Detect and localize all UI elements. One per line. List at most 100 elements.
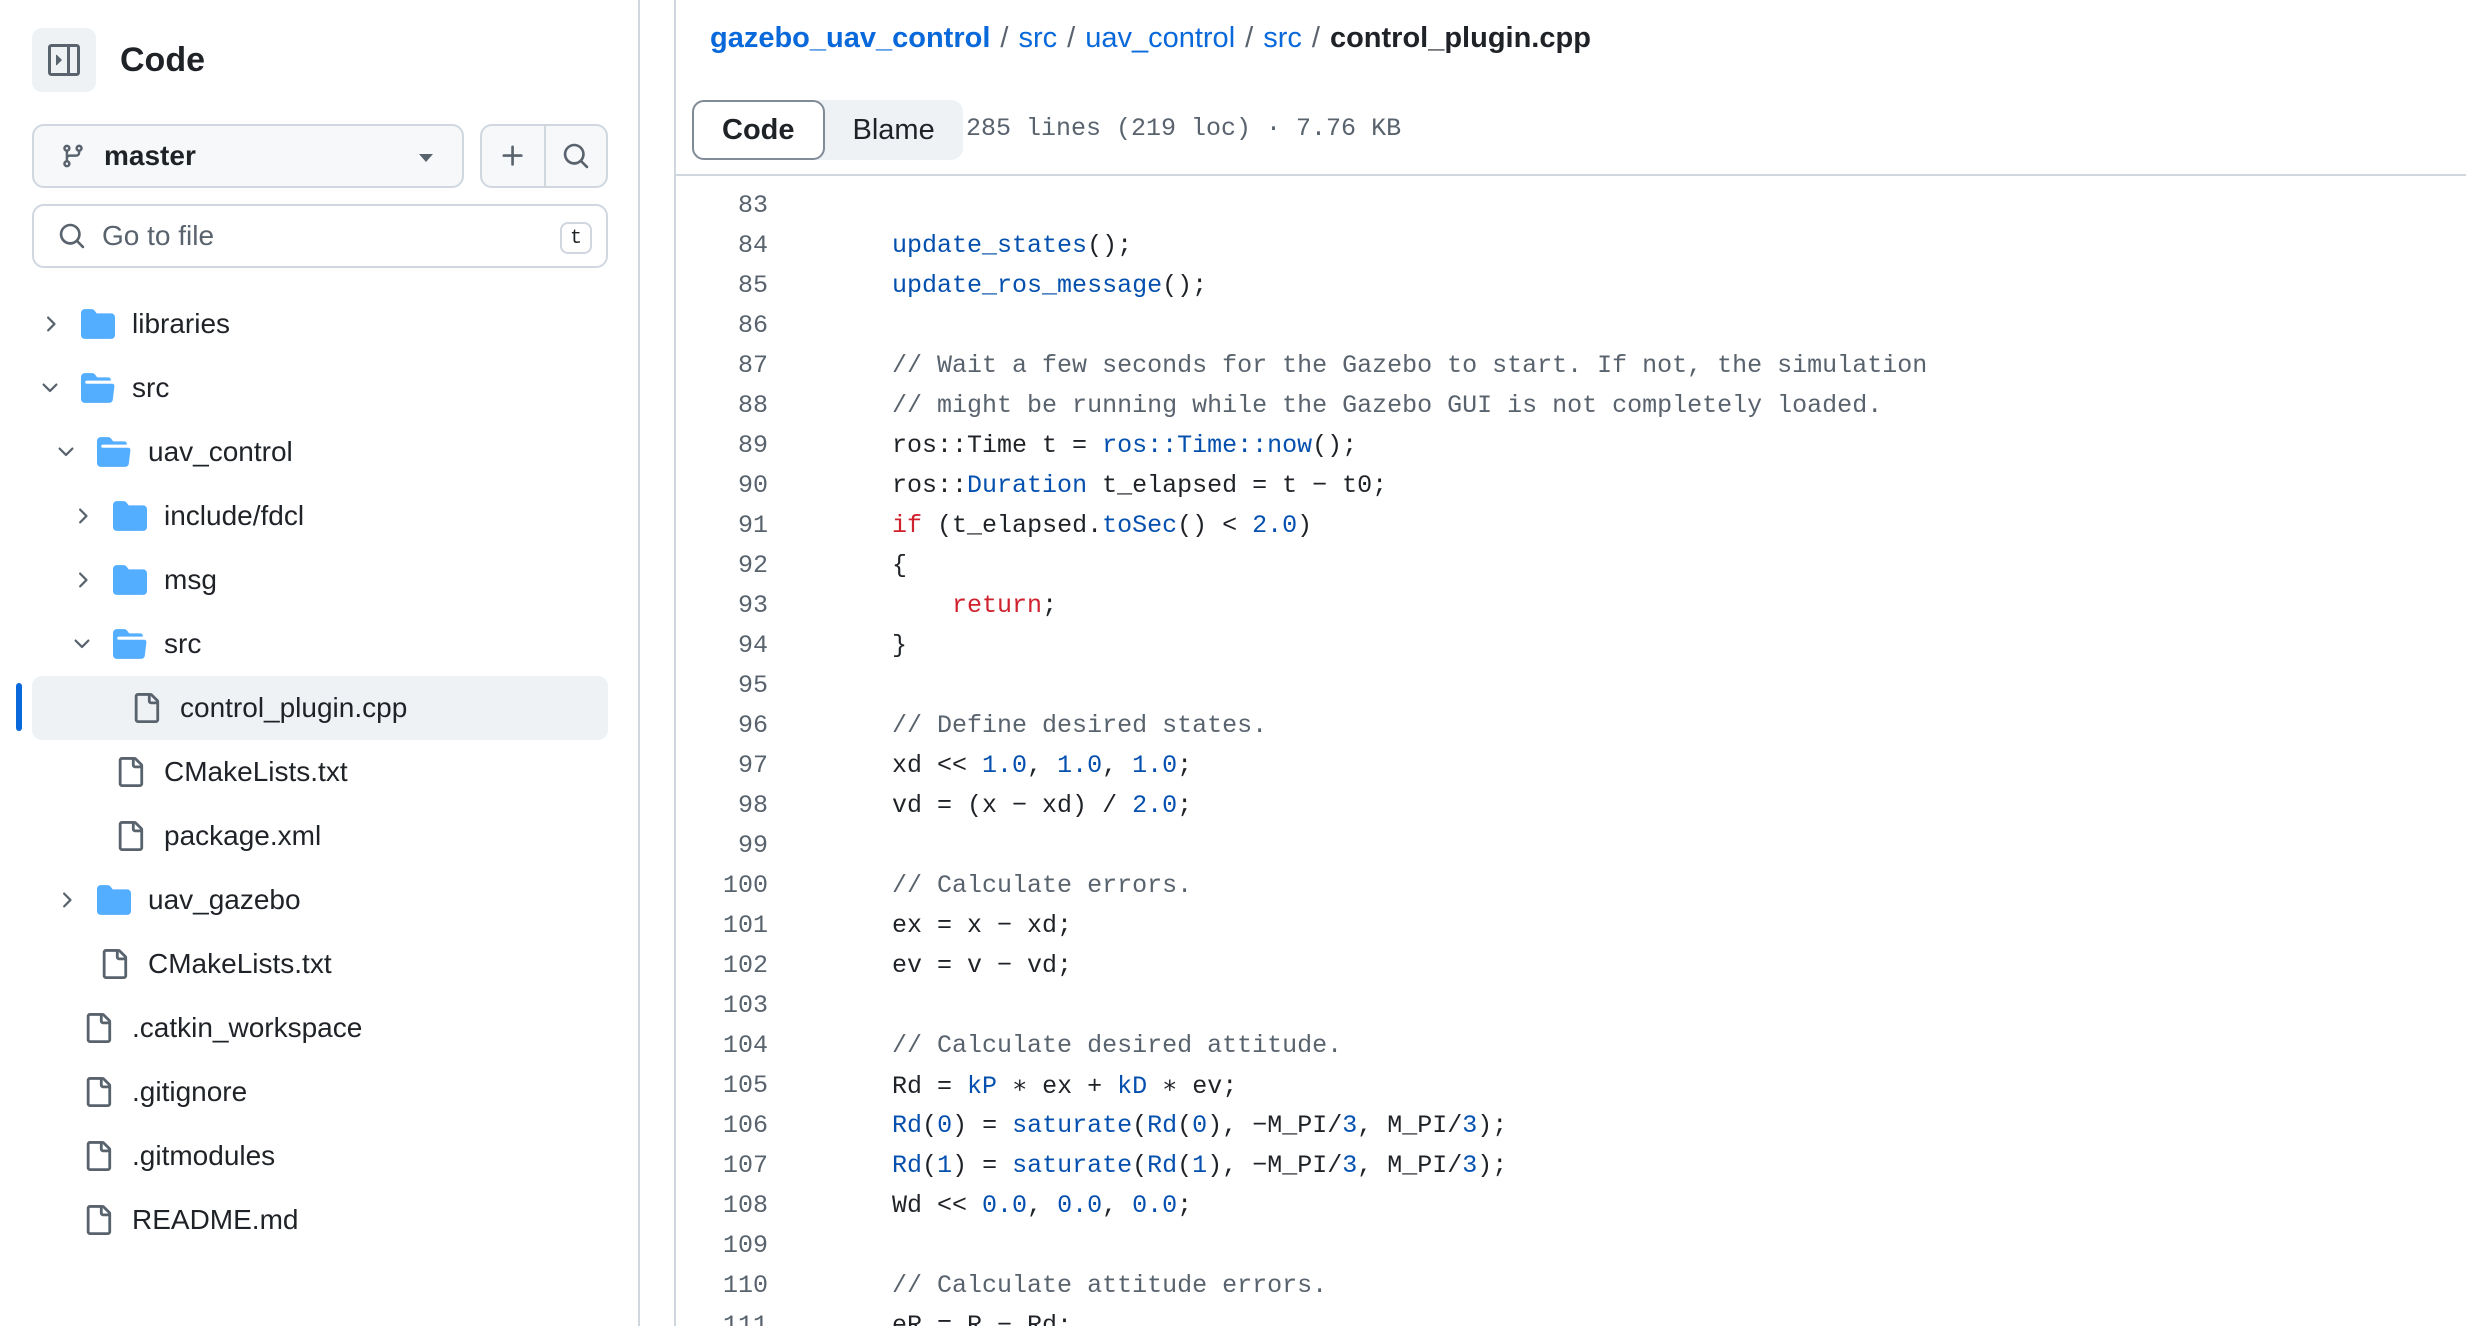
line-number[interactable]: 99 bbox=[676, 831, 768, 860]
tree-file-item[interactable]: .gitignore bbox=[0, 1060, 640, 1124]
selected-item-indicator bbox=[16, 683, 22, 731]
code-line: 108 Wd << 0.0, 0.0, 0.0; bbox=[676, 1185, 2466, 1225]
code-line: 88 // might be running while the Gazebo … bbox=[676, 385, 2466, 425]
code-line: 91 if (t_elapsed.toSec() < 2.0) bbox=[676, 505, 2466, 545]
file-icon bbox=[80, 1138, 116, 1174]
chevron-right-icon[interactable] bbox=[54, 888, 78, 912]
code-line: 100 // Calculate errors. bbox=[676, 865, 2466, 905]
code-token: // Wait a few seconds for the Gazebo to … bbox=[892, 350, 1928, 380]
go-to-file-field[interactable]: t bbox=[32, 204, 608, 268]
keyboard-shortcut-hint: t bbox=[560, 222, 592, 254]
code-token: // Calculate attitude errors. bbox=[892, 1270, 1328, 1300]
view-mode-tabs: Code Blame bbox=[692, 100, 963, 160]
line-number[interactable]: 95 bbox=[676, 671, 768, 700]
tree-file-item[interactable]: .catkin_workspace bbox=[0, 996, 640, 1060]
tree-folder-item[interactable]: include/fdcl bbox=[0, 484, 640, 548]
breadcrumb: gazebo_uav_control / src / uav_control / src / c… bbox=[710, 22, 1591, 55]
tree-folder-item[interactable]: msg bbox=[0, 548, 640, 612]
breadcrumb-link[interactable]: uav_control bbox=[1085, 22, 1235, 55]
line-number[interactable]: 86 bbox=[676, 311, 768, 340]
tree-file-item[interactable]: .gitmodules bbox=[0, 1124, 640, 1188]
code-line: 99 bbox=[676, 825, 2466, 865]
code-token: 3 bbox=[1462, 1110, 1478, 1140]
code-token: Rd bbox=[1147, 1110, 1178, 1140]
chevron-down-icon[interactable] bbox=[38, 376, 62, 400]
breadcrumb-link[interactable]: src bbox=[1263, 22, 1302, 55]
code-token: 3 bbox=[1342, 1110, 1358, 1140]
tree-folder-item[interactable]: uav_gazebo bbox=[0, 868, 640, 932]
code-token: , bbox=[1102, 1190, 1133, 1220]
go-to-file-input[interactable] bbox=[102, 220, 542, 252]
line-source: return; bbox=[712, 591, 1057, 620]
line-source: if (t_elapsed.toSec() < 2.0) bbox=[712, 511, 1312, 540]
tree-file-item[interactable]: package.xml bbox=[0, 804, 640, 868]
chevron-right-icon[interactable] bbox=[38, 312, 62, 336]
branch-selector-button[interactable]: master bbox=[32, 124, 464, 188]
code-line: 85 update_ros_message(); bbox=[676, 265, 2466, 305]
tree-file-item[interactable]: README.md bbox=[0, 1188, 640, 1252]
breadcrumb-link[interactable]: src bbox=[1018, 22, 1057, 55]
code-view[interactable]: 82 state.header.frame_id = (std::string)… bbox=[676, 178, 2466, 1326]
search-code-button[interactable] bbox=[544, 126, 606, 186]
tree-item-label: src bbox=[164, 628, 202, 659]
tree-folder-item[interactable]: libraries bbox=[0, 292, 640, 356]
line-source: Wd << 0.0, 0.0, 0.0; bbox=[712, 1191, 1192, 1220]
tree-file-item[interactable]: control_plugin.cpp bbox=[32, 676, 608, 740]
tab-code[interactable]: Code bbox=[692, 100, 825, 160]
code-token: } bbox=[712, 630, 908, 660]
line-number[interactable]: 103 bbox=[676, 991, 768, 1020]
line-number[interactable]: 83 bbox=[676, 191, 768, 220]
folder-icon bbox=[112, 562, 148, 598]
code-line: 84 update_states(); bbox=[676, 225, 2466, 265]
code-token: eR = R − Rd; bbox=[712, 1310, 1073, 1326]
code-token: { bbox=[712, 550, 908, 580]
chevron-right-icon[interactable] bbox=[70, 568, 94, 592]
file-icon bbox=[80, 1074, 116, 1110]
code-token: ), −M_PI/ bbox=[1207, 1110, 1343, 1140]
file-viewer: gazebo_uav_control / src / uav_control / src / c… bbox=[674, 0, 2466, 1326]
code-line: 110 // Calculate attitude errors. bbox=[676, 1265, 2466, 1305]
code-token: ) = bbox=[952, 1110, 1013, 1140]
tree-item-label: uav_gazebo bbox=[148, 884, 301, 915]
code-token: 1 bbox=[937, 1150, 953, 1180]
code-line: 105 Rd = kP ∗ ex + kD ∗ ev; bbox=[676, 1065, 2466, 1105]
code-line: 89 ros::Time t = ros::Time::now(); bbox=[676, 425, 2466, 465]
code-token: ev = v − vd; bbox=[712, 950, 1073, 980]
code-token: kD bbox=[1117, 1071, 1148, 1101]
tree-item-label: CMakeLists.txt bbox=[148, 948, 332, 979]
tab-blame[interactable]: Blame bbox=[825, 100, 963, 160]
add-file-button[interactable] bbox=[482, 126, 544, 186]
code-token: , bbox=[1027, 750, 1058, 780]
breadcrumb-repo-link[interactable]: gazebo_uav_control bbox=[710, 22, 990, 55]
line-number[interactable]: 109 bbox=[676, 1231, 768, 1260]
code-token: ; bbox=[1042, 590, 1058, 620]
chevron-down-icon[interactable] bbox=[70, 632, 94, 656]
code-token: ros:: bbox=[712, 470, 968, 500]
file-icon bbox=[112, 754, 148, 790]
file-tree: libraries src uav_control include/fdcl msg sr… bbox=[0, 292, 640, 1252]
breadcrumb-separator: / bbox=[1067, 22, 1076, 54]
code-token: 3 bbox=[1462, 1150, 1478, 1180]
code-token: ; bbox=[1177, 1190, 1193, 1220]
tree-folder-item[interactable]: src bbox=[0, 356, 640, 420]
line-source: ros::Time t = ros::Time::now(); bbox=[712, 431, 1357, 460]
code-token: 1 bbox=[1192, 1150, 1208, 1180]
code-token: 2.0 bbox=[1252, 510, 1298, 540]
chevron-right-icon[interactable] bbox=[70, 504, 94, 528]
code-token: ) bbox=[1297, 510, 1313, 540]
code-token: Duration bbox=[967, 470, 1088, 500]
code-token: (t_elapsed. bbox=[922, 510, 1103, 540]
chevron-down-icon[interactable] bbox=[54, 440, 78, 464]
tree-folder-item[interactable]: src bbox=[0, 612, 640, 676]
tree-folder-item[interactable]: uav_control bbox=[0, 420, 640, 484]
code-token: () < bbox=[1177, 510, 1253, 540]
code-line: 94 } bbox=[676, 625, 2466, 665]
code-token: Wd << bbox=[712, 1190, 983, 1220]
tree-file-item[interactable]: CMakeLists.txt bbox=[0, 932, 640, 996]
collapse-sidebar-button[interactable] bbox=[32, 28, 96, 92]
tree-file-item[interactable]: CMakeLists.txt bbox=[0, 740, 640, 804]
